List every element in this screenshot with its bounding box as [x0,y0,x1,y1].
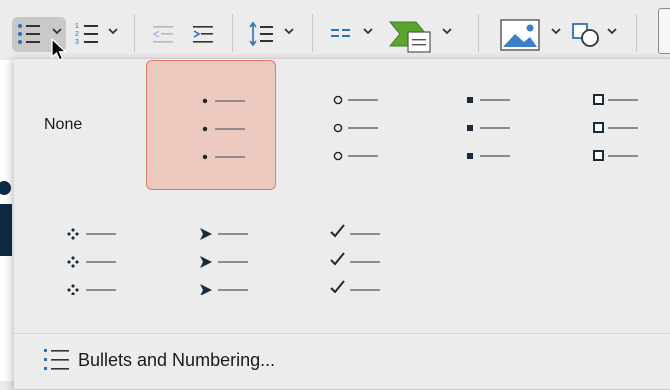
picture-icon[interactable] [498,14,544,54]
svg-text:1: 1 [75,23,79,30]
chevron-down-icon[interactable] [283,25,295,37]
chevron-down-icon[interactable] [441,25,453,37]
svg-text:3: 3 [75,39,79,46]
hollow-square-bullet-icon [593,94,638,161]
chevron-down-icon[interactable] [51,25,63,37]
increase-indent-icon[interactable] [190,18,218,50]
bulleted-list-icon [44,349,69,370]
bullets-and-numbering-label: Bullets and Numbering... [78,350,276,370]
toolbar-separator [478,14,479,52]
columns-icon[interactable] [328,18,356,50]
chevron-down-icon[interactable] [550,25,562,37]
toolbar-separator [134,14,135,52]
numbered-list-icon[interactable]: 1 2 3 [74,18,102,50]
smartart-icon[interactable] [388,14,434,54]
hollow-circle-bullet-icon [333,95,378,161]
toolbar-separator [636,14,637,52]
chevron-down-icon[interactable] [107,25,119,37]
shapes-icon[interactable] [570,18,602,50]
line-spacing-icon[interactable] [248,18,276,50]
bullets-and-numbering-menu-item[interactable]: Bullets and Numbering... [14,334,670,390]
bullet-option-dot[interactable] [146,60,276,190]
mouse-cursor-icon [51,38,68,61]
toolbar-separator [232,14,233,52]
bullet-option-filled-square[interactable] [410,59,540,189]
toolbar-separator [312,14,313,52]
chevron-down-icon[interactable] [606,25,618,37]
bullet-option-none[interactable]: None [14,59,144,189]
checkmark-bullet-icon [330,224,380,293]
bullet-option-checkmark[interactable] [278,191,408,321]
dot-bullet-icon [202,98,245,160]
svg-text:2: 2 [75,31,79,38]
filled-square-bullet-icon [467,97,510,159]
document-text-fragment [0,181,12,256]
diamond-bullet-icon [67,228,116,295]
arrow-bullet-icon [200,228,248,295]
bulleted-list-icon[interactable] [16,18,44,50]
toolbar: 1 2 3 [0,0,670,60]
bullet-option-arrow[interactable] [146,191,276,321]
decrease-indent-icon[interactable] [150,18,178,50]
toolbar-overflow-button[interactable] [658,8,670,54]
bullet-option-hollow-square[interactable] [542,59,670,189]
bullet-option-hollow-circle[interactable] [278,59,408,189]
bullet-option-diamond[interactable] [14,191,144,321]
none-label: None [44,116,83,133]
bullet-library-dropdown: None Bullets and Numbering... [14,58,670,389]
chevron-down-icon[interactable] [362,25,374,37]
